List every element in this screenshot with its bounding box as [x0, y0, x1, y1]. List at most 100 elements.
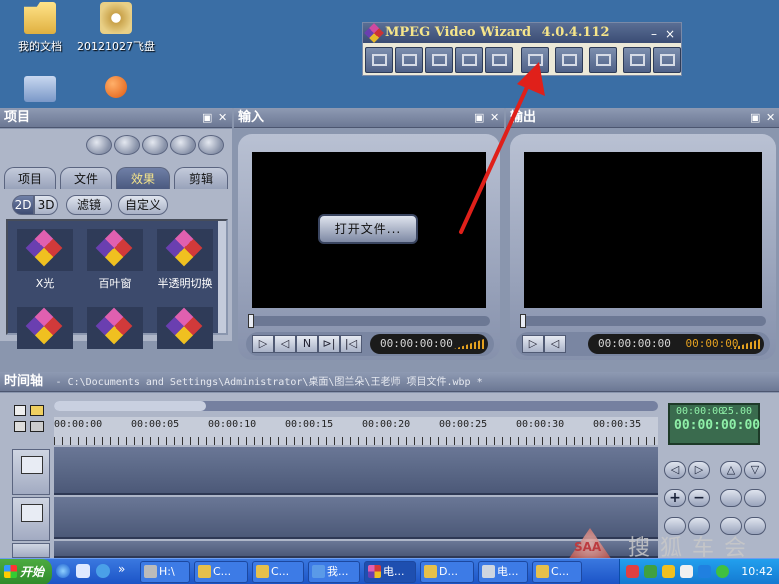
restore-icon[interactable]: ▣ — [750, 108, 760, 128]
open-file-button[interactable]: 打开文件... — [318, 214, 418, 244]
effect-cube-icon — [157, 229, 213, 271]
reverse-button[interactable]: ◁ — [544, 335, 566, 353]
taskbar-item-document[interactable]: 我... — [308, 561, 360, 583]
close-button[interactable]: × — [663, 24, 677, 44]
tag-button[interactable] — [623, 47, 651, 73]
tray-icon-5[interactable] — [698, 565, 711, 578]
round-tool-button-2[interactable] — [114, 135, 140, 155]
taskbar-item-label: C... — [271, 565, 290, 578]
desktop-icon-shortcut[interactable] — [76, 76, 156, 102]
round-tool-button-5[interactable] — [198, 135, 224, 155]
zoom-in-button[interactable]: + — [664, 489, 686, 507]
desktop-icon-my-documents[interactable]: 我的文档 — [0, 2, 80, 54]
ie-icon[interactable] — [56, 564, 70, 578]
tray-icon-6[interactable] — [716, 565, 729, 578]
round-tool-button-3[interactable] — [142, 135, 168, 155]
output-seek-bar[interactable] — [520, 314, 766, 328]
text-track-header[interactable] — [12, 497, 50, 541]
close-icon[interactable]: ✕ — [218, 108, 227, 128]
nav-left-button[interactable]: ◁ — [664, 461, 686, 479]
wizard-title: MPEG Video Wizard — [385, 25, 532, 40]
round-tool-button-1[interactable] — [86, 135, 112, 155]
nav-down-button[interactable]: ▽ — [744, 461, 766, 479]
effect-xray[interactable]: X光 — [10, 229, 80, 291]
audio-track-header[interactable] — [12, 543, 50, 558]
video-track[interactable] — [54, 447, 658, 495]
tray-icon-1[interactable] — [626, 565, 639, 578]
input-seek-bar[interactable] — [248, 314, 490, 328]
minimize-button[interactable]: – — [647, 24, 661, 44]
tab-files[interactable]: 文件 — [60, 167, 112, 189]
quick-launch-icon-2[interactable] — [96, 564, 110, 578]
layout-button[interactable] — [589, 47, 617, 73]
close-icon[interactable]: ✕ — [766, 108, 775, 128]
film-strip-button[interactable] — [395, 47, 423, 73]
filter-2d-button[interactable]: 2D — [12, 195, 34, 215]
taskbar-item-folder-1[interactable]: C... — [194, 561, 248, 583]
video-track-header[interactable] — [12, 449, 50, 495]
quick-launch-icon[interactable] — [76, 564, 90, 578]
tray-icon-2[interactable] — [644, 565, 657, 578]
timeline-zoom-bar[interactable] — [54, 401, 658, 411]
filter-3d-button[interactable]: 3D — [34, 195, 58, 215]
wizard-title-bar[interactable]: MPEG Video Wizard 4.0.4.112 – × — [363, 23, 681, 43]
track-button-1[interactable] — [720, 489, 742, 507]
next-frame-button[interactable]: N — [296, 335, 318, 353]
timeline-tool-icons[interactable] — [14, 405, 48, 435]
time-ruler[interactable]: 00:00:00 00:00:05 00:00:10 00:00:15 00:00:20… — [54, 417, 658, 445]
save-icon[interactable] — [14, 421, 26, 432]
play-button[interactable]: ▷ — [522, 335, 544, 353]
reverse-button[interactable]: ◁ — [274, 335, 296, 353]
video-icon — [432, 54, 447, 66]
nav-right-button[interactable]: ▷ — [688, 461, 710, 479]
effect-item-5[interactable] — [80, 307, 150, 353]
effect-semi-transparent[interactable]: 半透明切换 — [150, 229, 220, 291]
tag-icon — [630, 54, 645, 66]
zoom-out-button[interactable]: − — [688, 489, 710, 507]
taskbar-item-folder-3[interactable]: D... — [420, 561, 474, 583]
zoom-thumb[interactable] — [54, 401, 206, 411]
app-logo-icon — [364, 23, 384, 43]
play-button[interactable]: ▷ — [252, 335, 274, 353]
custom-button[interactable]: 自定义 — [118, 195, 168, 215]
chevron-icon[interactable]: » — [118, 562, 125, 576]
open-icon[interactable] — [30, 405, 44, 416]
seek-thumb[interactable] — [248, 314, 254, 328]
vertical-scrollbar[interactable] — [218, 221, 226, 333]
seek-thumb[interactable] — [520, 314, 526, 328]
import-video-button[interactable] — [425, 47, 453, 73]
nav-up-button[interactable]: △ — [720, 461, 742, 479]
watermark-logo-text: SAA — [574, 540, 602, 554]
taskbar-item-drive[interactable]: H:\ — [140, 561, 190, 583]
tab-project[interactable]: 项目 — [4, 167, 56, 189]
taskbar-item-computer[interactable]: 电... — [478, 561, 528, 583]
effect-blinds[interactable]: 百叶窗 — [80, 229, 150, 291]
volume-icon[interactable] — [454, 339, 484, 349]
track-button-2[interactable] — [744, 489, 766, 507]
effect-item-4[interactable] — [10, 307, 80, 353]
start-button[interactable]: 开始 — [0, 559, 52, 584]
desktop-icon-network[interactable] — [0, 76, 80, 106]
tray-icon-4[interactable] — [680, 565, 693, 578]
filter-button[interactable]: 滤镜 — [66, 195, 112, 215]
effect-item-6[interactable] — [150, 307, 220, 353]
desktop-icon-dvd[interactable]: 20121027飞盘 — [76, 2, 156, 54]
new-project-button[interactable] — [365, 47, 393, 73]
tab-effects[interactable]: 效果 — [116, 167, 170, 189]
tab-clips[interactable]: 剪辑 — [174, 167, 228, 189]
exit-button[interactable] — [653, 47, 681, 73]
mark-in-button[interactable]: ⊳| — [318, 335, 340, 353]
taskbar-item-mpeg-wizard[interactable]: 电... — [364, 561, 416, 583]
lcd-timecode: 00:00:00:00 — [674, 418, 761, 433]
clock: 10:42 — [741, 565, 773, 578]
tray-icon-3[interactable] — [662, 565, 675, 578]
new-icon[interactable] — [14, 405, 26, 416]
restore-icon[interactable]: ▣ — [202, 108, 212, 128]
taskbar-item-folder-2[interactable]: C... — [252, 561, 304, 583]
timeline-header: 时间轴 - C:\Documents and Settings\Administ… — [0, 372, 779, 392]
timeline-lcd: 00:00:00 25.00 00:00:00:00 — [668, 403, 760, 445]
save-as-icon[interactable] — [30, 421, 44, 432]
round-tool-button-4[interactable] — [170, 135, 196, 155]
taskbar-item-folder-4[interactable]: C... — [532, 561, 582, 583]
mark-out-button[interactable]: |◁ — [340, 335, 362, 353]
